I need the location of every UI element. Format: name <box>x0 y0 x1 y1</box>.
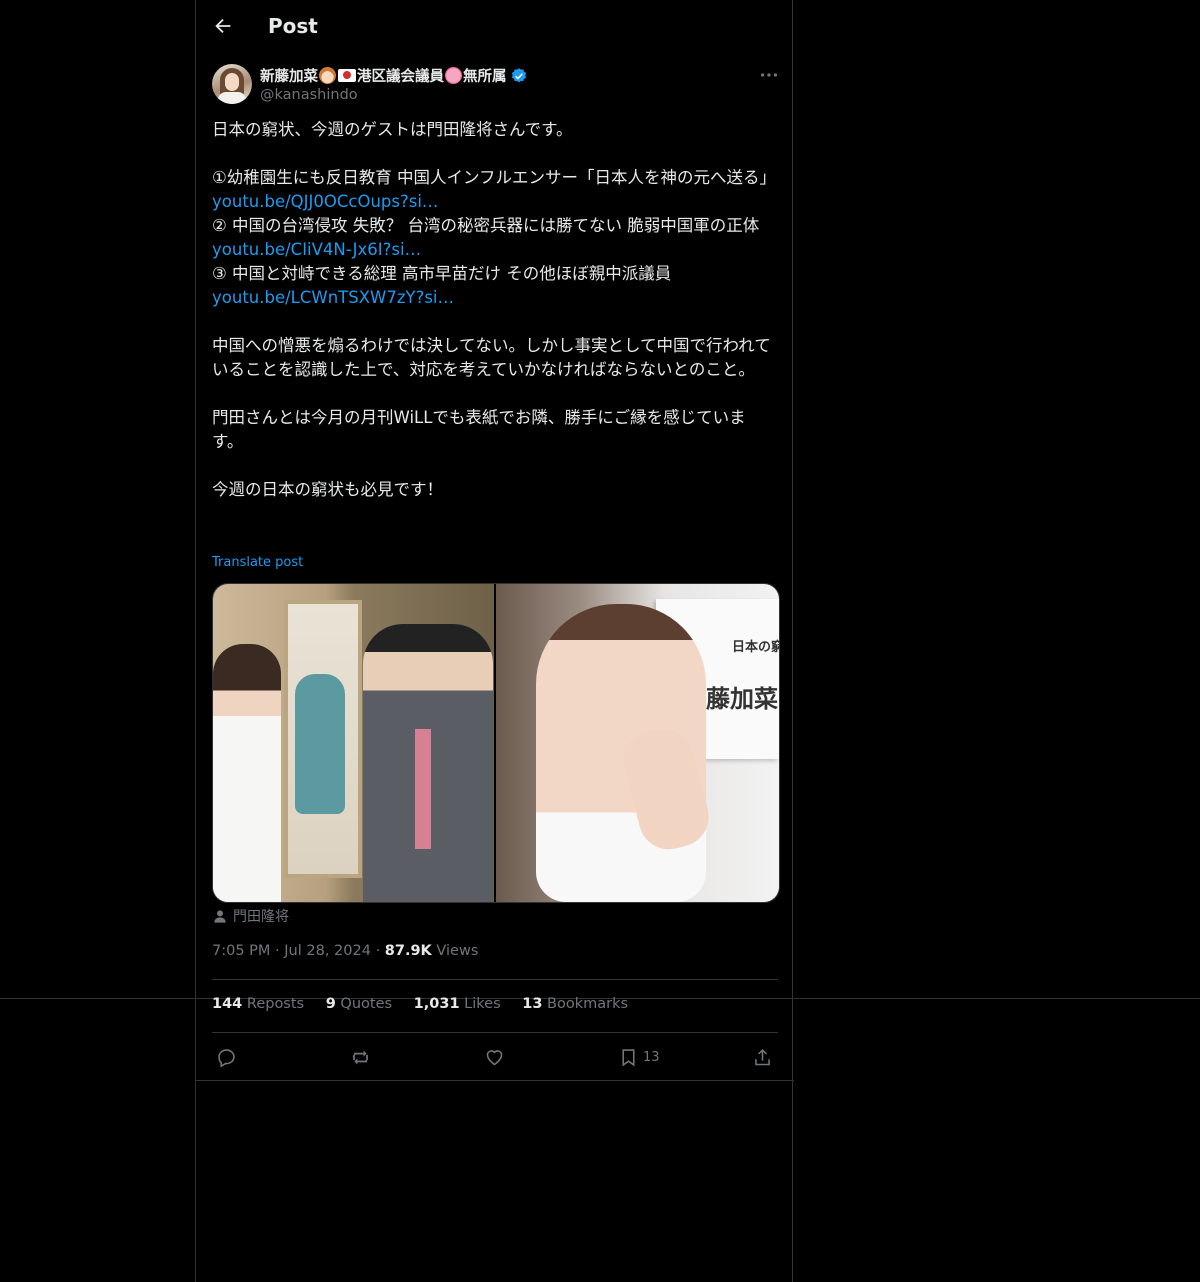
post-text: 日本の窮状、今週のゲストは門田隆将さんです。 ①幼稚園生にも反日教育 中国人イン… <box>212 118 776 502</box>
post-paragraph: ①幼稚園生にも反日教育 中国人インフルエンサー「日本人を神の元へ送る」 <box>212 168 777 187</box>
post-photo-left[interactable] <box>213 584 494 902</box>
meta-dot: · <box>275 943 285 959</box>
tagged-person-name: 門田隆将 <box>233 909 289 925</box>
repost-button[interactable] <box>350 1045 371 1069</box>
divider <box>212 979 778 980</box>
more-options-icon[interactable] <box>758 64 780 86</box>
post-time[interactable]: 7:05 PM <box>212 943 270 959</box>
post-paragraph: 今週の日本の窮状も必見です！ <box>212 480 443 499</box>
views-label: Views <box>436 943 479 959</box>
meta-dot: · <box>375 943 385 959</box>
post-photo-right[interactable]: 日本の窮 新藤加菜 <box>496 584 779 902</box>
post-media: 日本の窮 新藤加菜 <box>212 583 780 903</box>
post-paragraph: 中国への憎悪を煽るわけでは決してない。しかし事実として中国で行われていることを認… <box>212 336 771 379</box>
author-name-text: 新藤加菜 <box>260 69 318 85</box>
reposts-stat[interactable]: 144 Reposts <box>212 996 304 1012</box>
author-title-text: 港区議会議員 <box>357 69 444 85</box>
author-affiliation-text: 無所属 <box>463 69 507 85</box>
post-link[interactable]: youtu.be/CIiV4N-Jx6I?si… <box>212 238 776 262</box>
bookmarks-stat[interactable]: 13 Bookmarks <box>522 996 628 1012</box>
post-link[interactable]: youtu.be/LCWnTSXW7zY?si… <box>212 286 776 310</box>
views-count: 87.9K <box>384 943 432 959</box>
share-icon <box>755 1048 770 1065</box>
post-paragraph <box>212 142 776 166</box>
post-paragraph: 日本の窮状、今週のゲストは門田隆将さんです。 <box>212 120 573 139</box>
person-icon <box>214 910 226 923</box>
post-date[interactable]: Jul 28, 2024 <box>284 943 371 959</box>
likes-stat[interactable]: 1,031 Likes <box>414 996 501 1012</box>
avatar[interactable] <box>212 64 252 104</box>
author-name[interactable]: 新藤加菜 港区議会議員 無所属 <box>260 65 528 86</box>
post-paragraph: ③ 中国と対峙できる総理 高市早苗だけ その他ほぼ親中派議員 <box>212 264 672 283</box>
bookmark-count: 13 <box>643 1049 660 1065</box>
japan-flag-icon <box>338 69 356 82</box>
reply-button[interactable] <box>216 1045 237 1069</box>
post-paragraph <box>212 382 776 406</box>
divider <box>212 1032 778 1033</box>
bookmark-button[interactable]: 13 <box>618 1045 660 1069</box>
cherry-blossom-icon <box>445 67 462 84</box>
bookmark-icon <box>622 1048 635 1066</box>
post-paragraph: 門田さんとは今月の月刊WiLLでも表紙でお隣、勝手にご縁を感じています。 <box>212 408 746 451</box>
page-title: Post <box>268 14 318 38</box>
reply-icon <box>218 1048 235 1068</box>
post-paragraph: ② 中国の台湾侵攻 失敗？ 台湾の秘密兵器には勝てない 脆弱中国軍の正体 <box>212 216 760 235</box>
dog-emoji-icon <box>319 67 336 84</box>
translate-post-link[interactable]: Translate post <box>212 555 303 570</box>
name-card-program: 日本の窮 <box>732 640 780 655</box>
tagged-person[interactable]: 門田隆将 <box>212 906 289 926</box>
post-link[interactable]: youtu.be/QJJ0OCcOups?si… <box>212 190 776 214</box>
action-bar: 13 <box>212 1045 778 1069</box>
post-paragraph <box>212 454 776 478</box>
author-handle[interactable]: @kanashindo <box>260 87 358 103</box>
verified-badge-icon[interactable] <box>510 67 528 85</box>
engagement-stats: 144 Reposts 9 Quotes 1,031 Likes 13 Book… <box>212 996 645 1012</box>
heart-icon <box>486 1049 503 1065</box>
quotes-stat[interactable]: 9 Quotes <box>326 996 392 1012</box>
back-arrow-icon[interactable] <box>212 15 234 37</box>
like-button[interactable] <box>484 1045 505 1069</box>
post-column: Post 新藤加菜 港区議会議員 無所属 @kanashindo 日本の窮状、今… <box>195 0 794 1282</box>
share-button[interactable] <box>752 1045 773 1069</box>
post-meta: 7:05 PM · Jul 28, 2024 · 87.9K Views <box>212 943 478 959</box>
header: Post <box>196 0 794 54</box>
repost-icon <box>353 1050 368 1064</box>
post-paragraph <box>212 310 776 334</box>
divider <box>196 1080 794 1081</box>
